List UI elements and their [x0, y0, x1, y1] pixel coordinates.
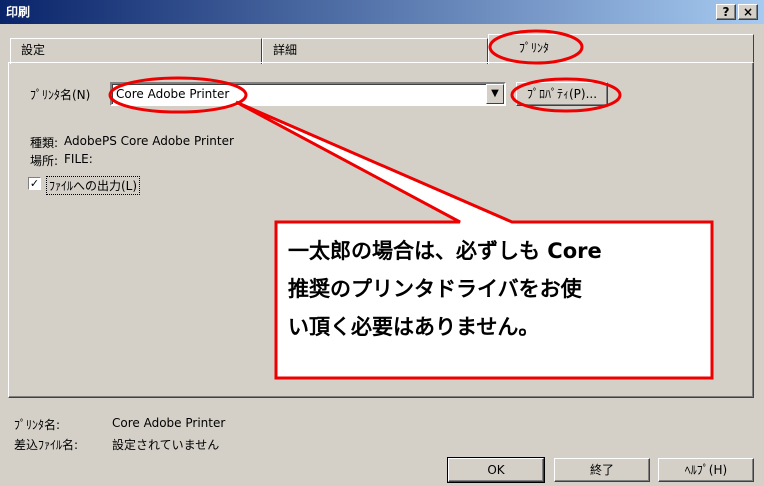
footer-printer-value: Core Adobe Printer [112, 416, 226, 430]
help-button[interactable]: ﾍﾙﾌﾟ(H) [658, 458, 754, 482]
callout-text: 一太郎の場合は、必ずしも Core 推奨のプリンタドライバをお使 い頂く必要はあ… [288, 232, 708, 346]
highlight-tab-ellipse [488, 29, 584, 65]
ok-button[interactable]: OK [447, 457, 545, 483]
footer-printer-label: ﾌﾟﾘﾝﾀ名: [14, 418, 61, 432]
callout-line: 推奨のプリンタドライバをお使 [288, 277, 582, 301]
highlight-printer-name-ellipse [108, 76, 248, 114]
callout-line: い頂く必要はありません。 [288, 315, 540, 339]
highlight-properties-ellipse [510, 77, 622, 113]
callout-line: 一太郎の場合は、必ずしも Core [288, 239, 602, 263]
exit-button[interactable]: 終了 [554, 458, 650, 482]
footer-merge-label: 差込ﾌｧｲﾙ名: [14, 438, 79, 452]
footer-merge-value: 設定されていません [112, 438, 220, 452]
